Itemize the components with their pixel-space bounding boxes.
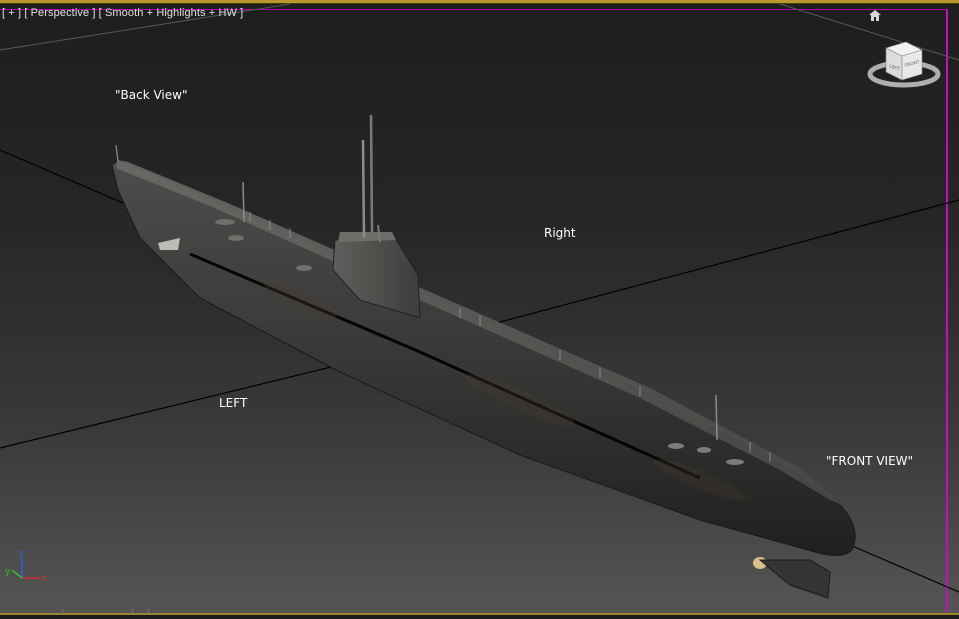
periscope-1 bbox=[361, 139, 366, 239]
annotation-left: LEFT bbox=[219, 396, 248, 410]
axis-tripod: z x y bbox=[5, 549, 47, 584]
grid-line-right bbox=[469, 199, 959, 331]
grid-line-left bbox=[0, 354, 381, 449]
viewcube[interactable]: LEFT FRONT bbox=[864, 36, 944, 96]
rudder bbox=[758, 559, 831, 599]
aft-mast bbox=[242, 181, 245, 223]
periscope-2 bbox=[369, 114, 374, 233]
grid-line-front bbox=[849, 544, 959, 593]
viewport-point-of-view-menu[interactable]: [ Perspective ] bbox=[24, 7, 95, 19]
axis-x-label: x bbox=[41, 574, 47, 584]
axis-y-label: y bbox=[5, 567, 11, 577]
submarine-model bbox=[111, 114, 856, 599]
viewport-shading-menu[interactable]: [ Smooth + Highlights + HW ] bbox=[99, 7, 244, 19]
perspective-viewport[interactable]: [ + ] [ Perspective ] [ Smooth + Highlig… bbox=[0, 0, 959, 619]
fore-mast bbox=[715, 394, 718, 441]
annotation-right: Right bbox=[544, 226, 576, 240]
timeline-strip bbox=[0, 609, 959, 619]
axis-z-label: z bbox=[19, 549, 24, 559]
timeline-tick bbox=[148, 609, 149, 615]
axis-y-line bbox=[11, 569, 23, 579]
annotation-back-view: "Back View" bbox=[115, 88, 188, 102]
annotation-front-view: "FRONT VIEW" bbox=[826, 454, 914, 468]
viewport-general-menu[interactable]: [ + ] bbox=[2, 7, 21, 19]
timeline-tick bbox=[132, 609, 133, 615]
viewport-label-menu: [ + ] [ Perspective ] [ Smooth + Highlig… bbox=[2, 7, 243, 19]
timeline-tick bbox=[62, 609, 63, 615]
home-icon[interactable] bbox=[869, 10, 881, 21]
